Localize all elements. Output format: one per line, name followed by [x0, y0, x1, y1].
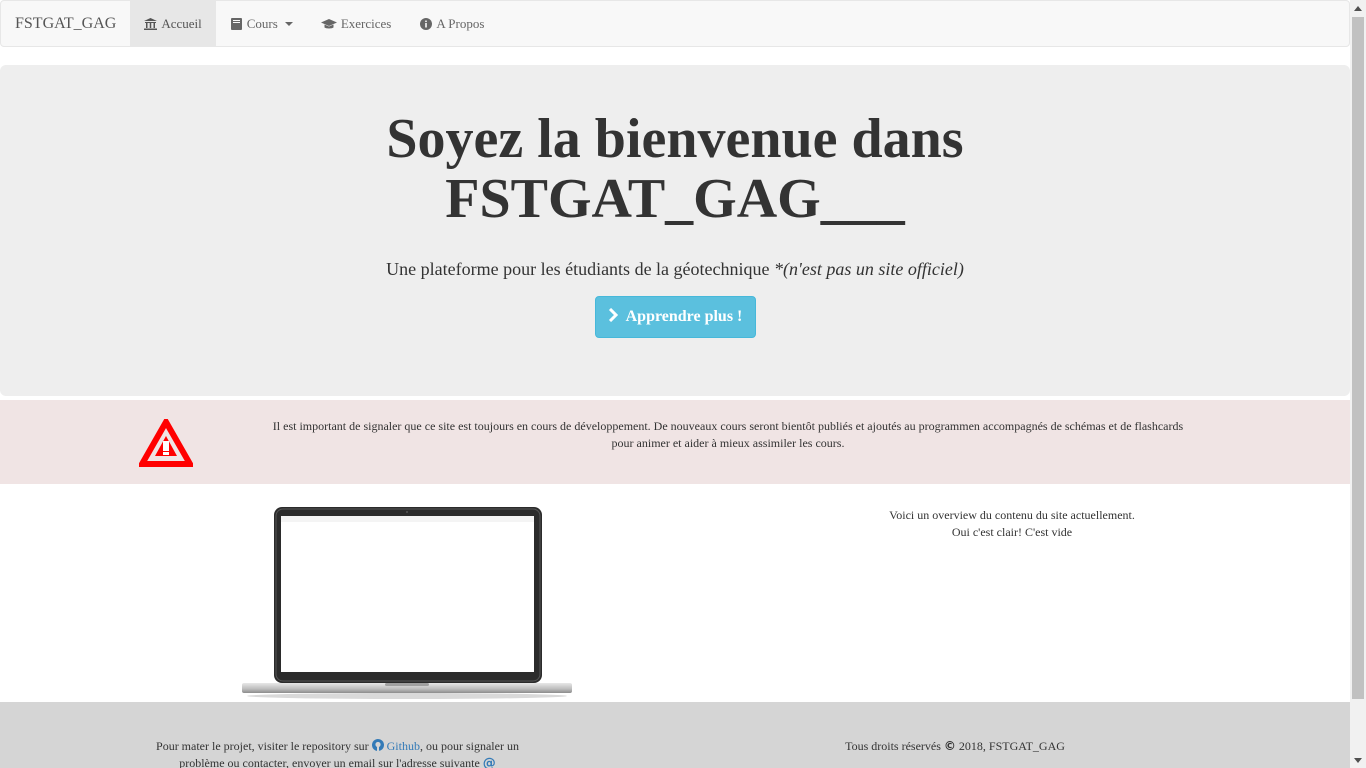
scrollbar-thumb[interactable]: [1352, 17, 1364, 699]
scroll-down-arrow-icon[interactable]: [1350, 752, 1366, 768]
learn-more-label: Apprendre plus !: [625, 308, 743, 325]
info-circle-icon: [419, 17, 432, 30]
nav-item-accueil[interactable]: Accueil: [130, 1, 216, 46]
vertical-scrollbar[interactable]: [1350, 0, 1366, 768]
brand-link[interactable]: FSTGAT_GAG: [1, 1, 130, 46]
footer-contact-text: Pour mater le projet, visiter le reposit…: [130, 738, 545, 768]
copyright-icon: ©: [943, 739, 956, 753]
chevron-down-icon: [284, 21, 293, 26]
nav-item-a-propos[interactable]: A Propos: [405, 1, 498, 46]
hero-subtitle: Une plateforme pour les étudiants de la …: [0, 259, 1350, 280]
nav-label-exercices: Exercices: [340, 15, 392, 31]
at-sign-icon: @: [482, 756, 496, 768]
bank-icon: [144, 17, 158, 30]
github-icon: [371, 739, 384, 751]
github-link[interactable]: Github: [371, 739, 420, 753]
hero-title: Soyez la bienvenue dans FSTGAT_GAG___: [0, 109, 1350, 229]
learn-more-button[interactable]: Apprendre plus !: [594, 296, 756, 338]
development-warning: Il est important de signaler que ce site…: [0, 400, 1350, 484]
nav-item-cours[interactable]: Cours: [216, 1, 307, 46]
laptop-image: [240, 506, 574, 700]
nav-label-a-propos: A Propos: [436, 15, 485, 31]
scroll-up-arrow-icon[interactable]: [1350, 0, 1366, 16]
graduation-cap-icon: [320, 17, 337, 30]
hero-subtitle-text: Une plateforme pour les étudiants de la …: [386, 259, 775, 279]
hero-title-line1: Soyez la bienvenue dans: [386, 108, 964, 170]
overview-line2: Oui c'est clair! C'est vide: [951, 525, 1073, 539]
navbar: FSTGAT_GAG Accueil Cours Exercices A Pro…: [0, 0, 1350, 47]
hero-section: Soyez la bienvenue dans FSTGAT_GAG___ Un…: [0, 65, 1350, 396]
email-link[interactable]: @: [483, 756, 496, 768]
overview-line1: Voici un overview du contenu du site act…: [889, 508, 1135, 522]
nav-label-cours: Cours: [246, 15, 278, 31]
footer-text-1: Pour mater le projet, visiter le reposit…: [156, 739, 372, 753]
hero-title-line2: FSTGAT_GAG___: [445, 168, 905, 230]
copyright-text-2: 2018, FSTGAT_GAG: [955, 739, 1065, 753]
overview-text: Voici un overview du contenu du site act…: [850, 507, 1174, 541]
footer-text-2: , ou pour signaler un: [419, 739, 519, 753]
footer: Pour mater le projet, visiter le reposit…: [0, 702, 1350, 768]
book-icon: [230, 17, 243, 30]
footer-text-3: problème ou contacter, envoyer un email …: [179, 756, 483, 768]
copyright-text-1: Tous droits réservés: [845, 739, 944, 753]
nav-label-accueil: Accueil: [161, 15, 202, 31]
nav-item-exercices[interactable]: Exercices: [307, 1, 406, 46]
footer-copyright: Tous droits réservés © 2018, FSTGAT_GAG: [790, 738, 1120, 755]
warning-triangle-icon: [136, 415, 196, 467]
github-label: Github: [386, 739, 420, 753]
chevron-right-icon: [608, 307, 618, 327]
warning-line1: Il est important de signaler que ce site…: [272, 419, 1184, 433]
warning-line2: pour animer et aider à mieux assimiler l…: [611, 436, 845, 450]
hero-subtitle-note: *(n'est pas un site officiel): [774, 259, 964, 279]
warning-message: Il est important de signaler que ce site…: [228, 418, 1228, 452]
